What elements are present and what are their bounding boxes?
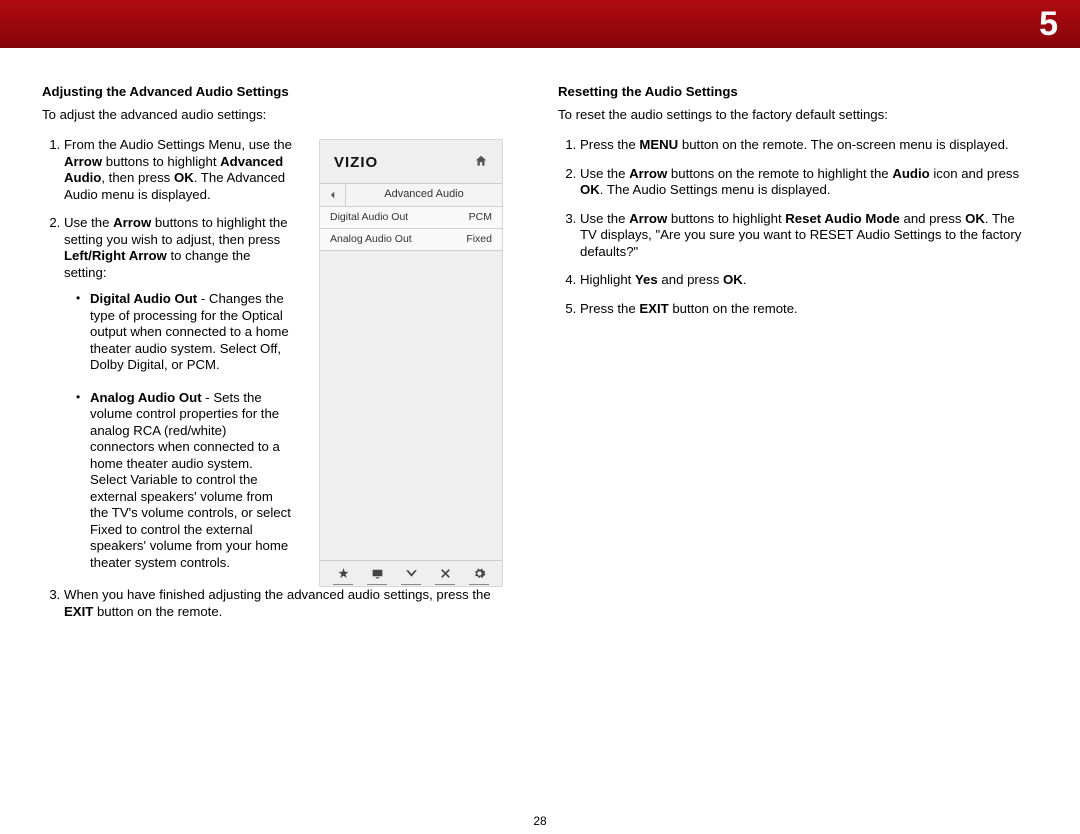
vizio-logo: VIZIO [334,154,378,173]
chapter-number: 5 [1039,5,1058,44]
panel-footer [320,560,502,586]
close-icon [431,566,459,581]
tv-menu-panel: VIZIO Advanced Audio Digital Audio Out [319,139,503,587]
right-column: Resetting the Audio Settings To reset th… [558,84,1038,632]
panel-row-digital: Digital Audio Out PCM [320,207,502,229]
left-step-3: When you have finished adjusting the adv… [64,587,522,620]
right-intro: To reset the audio settings to the facto… [558,107,1038,124]
panel-row1-label: Digital Audio Out [330,211,408,224]
panel-row-analog: Analog Audio Out Fixed [320,229,502,251]
right-step-5: Press the EXIT button on the remote. [580,301,1038,318]
left-column: Adjusting the Advanced Audio Settings To… [42,84,522,632]
home-icon [474,154,488,173]
panel-row1-value: PCM [469,211,492,224]
right-step-2: Use the Arrow buttons on the remote to h… [580,166,1038,199]
page-number: 28 [0,814,1080,828]
chapter-header: 5 [0,0,1080,48]
right-step-4: Highlight Yes and press OK. [580,272,1038,289]
right-step-3: Use the Arrow buttons to highlight Reset… [580,211,1038,261]
panel-row2-value: Fixed [466,233,492,246]
bullet-analog-audio-out: Analog Audio Out - Sets the volume contr… [78,390,293,572]
right-steps: Press the MENU button on the remote. The… [558,137,1038,317]
gear-icon [465,566,493,581]
right-section-title: Resetting the Audio Settings [558,84,1038,101]
star-icon [329,566,357,581]
left-steps-continued: When you have finished adjusting the adv… [42,587,522,620]
left-intro: To adjust the advanced audio settings: [42,107,522,124]
panel-row2-label: Analog Audio Out [330,233,412,246]
left-step-1: From the Audio Settings Menu, use the Ar… [64,137,297,203]
right-step-1: Press the MENU button on the remote. The… [580,137,1038,154]
screen-icon [363,566,391,581]
left-section-title: Adjusting the Advanced Audio Settings [42,84,522,101]
page-content: Adjusting the Advanced Audio Settings To… [0,48,1080,632]
panel-menu-title: Advanced Audio [346,184,502,206]
back-icon [320,184,346,206]
bullet-digital-audio-out: Digital Audio Out - Changes the type of … [78,291,293,374]
left-steps: From the Audio Settings Menu, use the Ar… [42,137,297,571]
v-icon [397,566,425,581]
left-step-2: Use the Arrow buttons to highlight the s… [64,215,297,571]
